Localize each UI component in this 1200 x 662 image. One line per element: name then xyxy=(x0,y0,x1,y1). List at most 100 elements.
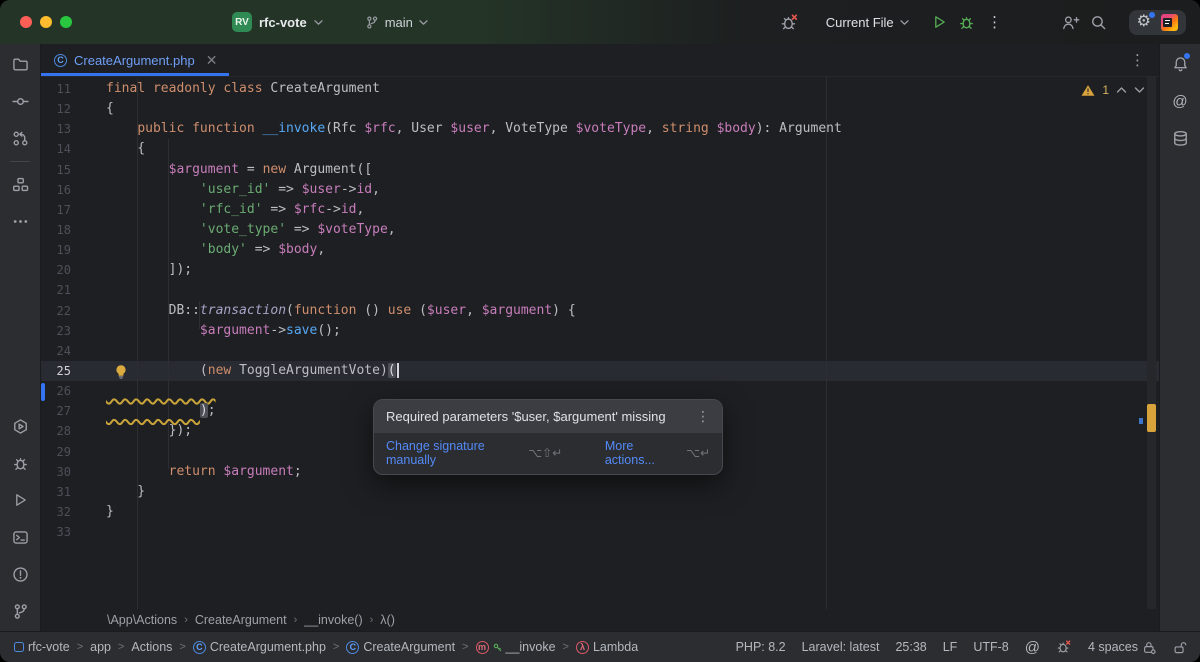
annotations-icon[interactable]: @ xyxy=(1025,639,1040,656)
no-debugger-status-icon[interactable] xyxy=(1056,639,1072,655)
line-separator-widget[interactable]: LF xyxy=(943,640,958,654)
breadcrumb-item[interactable]: λ() xyxy=(380,613,395,627)
line-number[interactable]: 30 xyxy=(41,462,106,482)
inspections-widget[interactable]: 1 xyxy=(1081,83,1145,97)
line-number[interactable]: 24 xyxy=(41,341,106,361)
line-number[interactable]: 33 xyxy=(41,522,106,542)
line-number[interactable]: 32 xyxy=(41,502,106,522)
previous-problem-icon[interactable] xyxy=(1116,86,1127,94)
code-line[interactable]: 13 public function __invoke(Rfc $rfc, Us… xyxy=(41,119,1159,139)
branch-widget[interactable]: main xyxy=(365,15,428,30)
line-number[interactable]: 26 xyxy=(41,381,106,401)
close-tab-icon[interactable]: ✕ xyxy=(206,52,218,69)
tooltip-options-kebab[interactable]: ⋮ xyxy=(688,408,710,425)
code-editor[interactable]: 11 final readonly class CreateArgument 12{… xyxy=(41,77,1159,609)
status-path-item[interactable]: app xyxy=(90,640,111,654)
debug-tool-icon[interactable] xyxy=(6,449,34,477)
status-path-item[interactable]: m __invoke xyxy=(475,640,556,654)
structure-tool-icon[interactable] xyxy=(6,170,34,198)
phpstorm-logo-icon[interactable] xyxy=(1161,13,1178,31)
change-signature-action[interactable]: Change signature manually xyxy=(386,439,518,467)
intention-bulb-icon[interactable] xyxy=(114,364,128,384)
code-line[interactable]: 20 ]); xyxy=(41,260,1159,280)
tab-createargument-php[interactable]: C CreateArgument.php ✕ xyxy=(41,44,230,76)
code-line[interactable]: 21 xyxy=(41,280,1159,300)
code-line[interactable]: 25 (new ToggleArgumentVote)( xyxy=(41,361,1159,381)
breadcrumb-item[interactable]: CreateArgument xyxy=(195,613,287,627)
search-everywhere-icon[interactable] xyxy=(1085,8,1113,36)
more-actions-action[interactable]: More actions... xyxy=(605,439,676,467)
ai-assistant-icon[interactable]: @ xyxy=(1166,87,1194,115)
scrollbar-warning-marker[interactable] xyxy=(1147,404,1156,432)
encoding-widget[interactable]: UTF-8 xyxy=(973,640,1008,654)
line-number[interactable]: 15 xyxy=(41,160,106,180)
minimize-window-button[interactable] xyxy=(40,16,52,28)
code-line[interactable]: 19 'body' => $body, xyxy=(41,240,1159,260)
version-control-tool-icon[interactable] xyxy=(6,597,34,625)
status-path-item[interactable]: C CreateArgument.php xyxy=(192,640,326,654)
code-line[interactable]: 33 xyxy=(41,522,1159,542)
editor-scrollbar[interactable] xyxy=(1147,77,1156,609)
line-number[interactable]: 31 xyxy=(41,482,106,502)
tab-options-kebab[interactable]: ⋮ xyxy=(1130,51,1145,69)
line-number[interactable]: 13 xyxy=(41,119,106,139)
laravel-version-widget[interactable]: Laravel: latest xyxy=(802,640,880,654)
line-number[interactable]: 27 xyxy=(41,401,106,421)
commit-tool-icon[interactable] xyxy=(6,87,34,115)
file-unlocked-icon[interactable] xyxy=(1173,640,1188,655)
code-line[interactable]: 23 $argument->save(); xyxy=(41,321,1159,341)
terminal-tool-icon[interactable] xyxy=(6,523,34,551)
code-line[interactable]: 14 { xyxy=(41,139,1159,159)
line-number[interactable]: 20 xyxy=(41,260,106,280)
settings-gear-icon[interactable]: ⚙ xyxy=(1137,12,1155,30)
line-number[interactable]: 19 xyxy=(41,240,106,260)
php-version-widget[interactable]: PHP: 8.2 xyxy=(736,640,786,654)
more-tool-windows-icon[interactable] xyxy=(6,207,34,235)
line-number[interactable]: 23 xyxy=(41,321,106,341)
line-number[interactable]: 14 xyxy=(41,139,106,159)
indent-widget[interactable]: 4 spaces xyxy=(1088,640,1157,655)
line-number[interactable]: 25 xyxy=(41,361,106,381)
run-button[interactable] xyxy=(925,8,953,36)
scrollbar-change-marker[interactable] xyxy=(1139,418,1143,424)
project-widget[interactable]: RV rfc-vote xyxy=(232,12,323,32)
problems-tool-icon[interactable] xyxy=(6,560,34,588)
code-line[interactable]: 15 $argument = new Argument([ xyxy=(41,160,1159,180)
notifications-bell-icon[interactable] xyxy=(1166,50,1194,78)
status-path-item[interactable]: rfc-vote xyxy=(14,640,70,654)
project-tool-icon[interactable] xyxy=(6,50,34,78)
run-configuration-selector[interactable]: Current File xyxy=(826,15,909,30)
code-line[interactable]: 18 'vote_type' => $voteType, xyxy=(41,220,1159,240)
code-with-me-icon[interactable] xyxy=(1057,8,1085,36)
code-line[interactable]: 11 final readonly class CreateArgument xyxy=(41,79,1159,99)
line-number[interactable]: 22 xyxy=(41,301,106,321)
code-line[interactable]: 12{ xyxy=(41,99,1159,119)
status-path-item[interactable]: λ Lambda xyxy=(575,640,638,654)
no-debugger-icon[interactable] xyxy=(776,8,804,36)
status-path-item[interactable]: C CreateArgument xyxy=(346,640,455,654)
code-line[interactable]: 32} xyxy=(41,502,1159,522)
close-window-button[interactable] xyxy=(20,16,32,28)
line-number[interactable]: 21 xyxy=(41,280,106,300)
code-line[interactable]: 22 DB::transaction(function () use ($use… xyxy=(41,301,1159,321)
line-number[interactable]: 12 xyxy=(41,99,106,119)
line-number[interactable]: 11 xyxy=(41,79,106,99)
code-line[interactable]: 24 xyxy=(41,341,1159,361)
status-path-item[interactable]: Actions xyxy=(131,640,172,654)
database-tool-icon[interactable] xyxy=(1166,124,1194,152)
line-number[interactable]: 29 xyxy=(41,442,106,462)
breadcrumb-item[interactable]: __invoke() xyxy=(304,613,362,627)
pull-requests-tool-icon[interactable] xyxy=(6,124,34,152)
breadcrumb-item[interactable]: \App\Actions xyxy=(107,613,177,627)
line-number[interactable]: 28 xyxy=(41,421,106,441)
run-tool-icon[interactable] xyxy=(6,486,34,514)
code-line[interactable]: 31 } xyxy=(41,482,1159,502)
caret-position-widget[interactable]: 25:38 xyxy=(895,640,926,654)
code-line[interactable]: 17 'rfc_id' => $rfc->id, xyxy=(41,200,1159,220)
line-number[interactable]: 18 xyxy=(41,220,106,240)
more-actions-kebab[interactable]: ⋮ xyxy=(981,8,1009,36)
vcs-change-marker[interactable] xyxy=(41,383,45,401)
zoom-window-button[interactable] xyxy=(60,16,72,28)
line-number[interactable]: 16 xyxy=(41,180,106,200)
code-line[interactable]: 16 'user_id' => $user->id, xyxy=(41,180,1159,200)
